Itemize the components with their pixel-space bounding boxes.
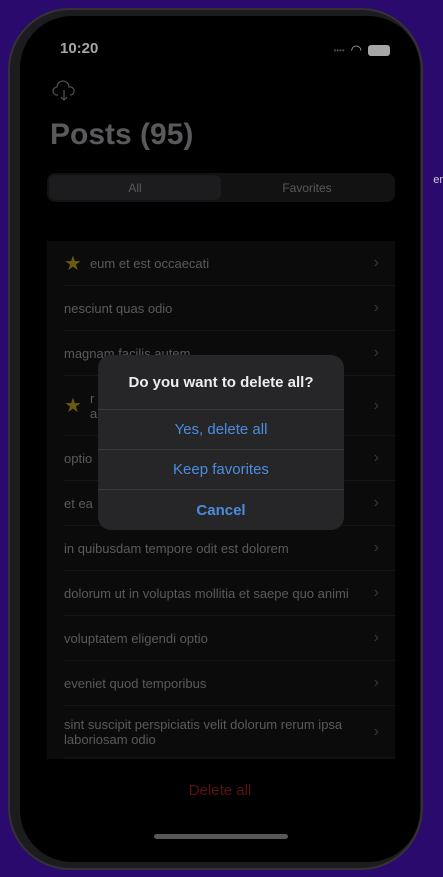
background-text-fragment: er [433,174,443,186]
keep-favorites-button[interactable]: Keep favorites [98,450,344,490]
yes-delete-all-button[interactable]: Yes, delete all [98,410,344,450]
screen: 10:20 •••• ◠ Posts (95) All Favorites ★ e… [20,16,420,862]
cancel-button[interactable]: Cancel [98,490,344,530]
alert-title: Do you want to delete all? [98,355,344,410]
delete-alert: Do you want to delete all? Yes, delete a… [98,355,344,530]
